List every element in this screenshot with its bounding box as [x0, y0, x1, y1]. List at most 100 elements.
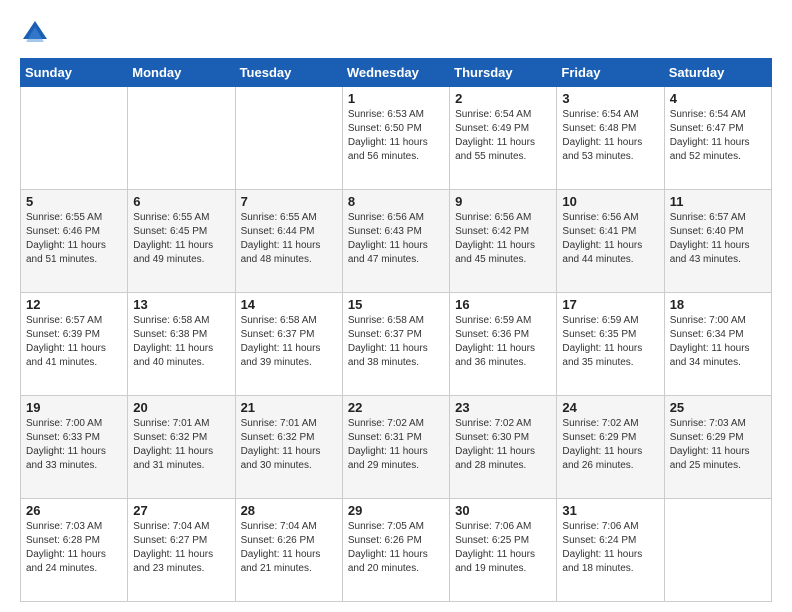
day-number: 31 [562, 503, 658, 518]
day-number: 5 [26, 194, 122, 209]
day-info: Sunrise: 6:55 AM Sunset: 6:46 PM Dayligh… [26, 211, 122, 267]
day-info: Sunrise: 7:00 AM Sunset: 6:34 PM Dayligh… [670, 314, 766, 370]
calendar-cell: 10 Sunrise: 6:56 AM Sunset: 6:41 PM Dayli… [557, 190, 664, 293]
day-info: Sunrise: 7:04 AM Sunset: 6:26 PM Dayligh… [241, 520, 337, 576]
calendar-cell: 24Sunrise: 7:02 AM Sunset: 6:29 PM Dayli… [557, 396, 664, 499]
calendar-cell: 2Sunrise: 6:54 AM Sunset: 6:49 PM Daylig… [450, 87, 557, 190]
calendar-cell: 15Sunrise: 6:58 AM Sunset: 6:37 PM Dayli… [342, 293, 449, 396]
week-row-1: 1 Sunrise: 6:53 AM Sunset: 6:50 PM Daylig… [21, 87, 772, 190]
day-info: Sunrise: 7:06 AM Sunset: 6:24 PM Dayligh… [562, 520, 658, 576]
logo [20, 18, 54, 48]
day-info: Sunrise: 6:55 AM Sunset: 6:45 PM Dayligh… [133, 211, 229, 267]
calendar-cell: 12 Sunrise: 6:57 AM Sunset: 6:39 PM Dayli… [21, 293, 128, 396]
day-info: Sunrise: 7:01 AM Sunset: 6:32 PM Dayligh… [241, 417, 337, 473]
day-info: Sunrise: 7:01 AM Sunset: 6:32 PM Dayligh… [133, 417, 229, 473]
day-number: 28 [241, 503, 337, 518]
day-number: 25 [670, 400, 766, 415]
day-number: 16 [455, 297, 551, 312]
day-number: 7 [241, 194, 337, 209]
day-info: Sunrise: 6:57 AM Sunset: 6:40 PM Dayligh… [670, 211, 766, 267]
day-info: Sunrise: 6:56 AM Sunset: 6:43 PM Dayligh… [348, 211, 444, 267]
day-info: Sunrise: 6:59 AM Sunset: 6:36 PM Dayligh… [455, 314, 551, 370]
calendar-cell: 13 Sunrise: 6:58 AM Sunset: 6:38 PM Dayli… [128, 293, 235, 396]
weekday-header-sunday: Sunday [21, 59, 128, 87]
calendar-cell: 17 Sunrise: 6:59 AM Sunset: 6:35 PM Dayli… [557, 293, 664, 396]
calendar-cell [664, 499, 771, 602]
calendar-cell: 3 Sunrise: 6:54 AM Sunset: 6:48 PM Daylig… [557, 87, 664, 190]
day-info: Sunrise: 7:06 AM Sunset: 6:25 PM Dayligh… [455, 520, 551, 576]
calendar-cell: 16 Sunrise: 6:59 AM Sunset: 6:36 PM Dayli… [450, 293, 557, 396]
calendar-cell: 22 Sunrise: 7:02 AM Sunset: 6:31 PM Dayli… [342, 396, 449, 499]
day-info: Sunrise: 7:02 AM Sunset: 6:31 PM Dayligh… [348, 417, 444, 473]
day-info: Sunrise: 6:55 AM Sunset: 6:44 PM Dayligh… [241, 211, 337, 267]
calendar-cell [21, 87, 128, 190]
day-info: Sunrise: 6:58 AM Sunset: 6:38 PM Dayligh… [133, 314, 229, 370]
day-number: 11 [670, 194, 766, 209]
calendar-table: SundayMondayTuesdayWednesdayThursdayFrid… [20, 58, 772, 602]
calendar-cell: 31 Sunrise: 7:06 AM Sunset: 6:24 PM Dayli… [557, 499, 664, 602]
weekday-header-saturday: Saturday [664, 59, 771, 87]
day-number: 27 [133, 503, 229, 518]
day-number: 6 [133, 194, 229, 209]
day-info: Sunrise: 6:59 AM Sunset: 6:35 PM Dayligh… [562, 314, 658, 370]
calendar-cell: 7 Sunrise: 6:55 AM Sunset: 6:44 PM Daylig… [235, 190, 342, 293]
week-row-3: 12 Sunrise: 6:57 AM Sunset: 6:39 PM Dayli… [21, 293, 772, 396]
calendar-cell: 14Sunrise: 6:58 AM Sunset: 6:37 PM Dayli… [235, 293, 342, 396]
calendar-cell: 20 Sunrise: 7:01 AM Sunset: 6:32 PM Dayli… [128, 396, 235, 499]
day-info: Sunrise: 6:53 AM Sunset: 6:50 PM Dayligh… [348, 108, 444, 164]
day-number: 9 [455, 194, 551, 209]
day-info: Sunrise: 7:03 AM Sunset: 6:28 PM Dayligh… [26, 520, 122, 576]
calendar-cell: 5 Sunrise: 6:55 AM Sunset: 6:46 PM Daylig… [21, 190, 128, 293]
week-row-2: 5 Sunrise: 6:55 AM Sunset: 6:46 PM Daylig… [21, 190, 772, 293]
day-number: 17 [562, 297, 658, 312]
day-number: 23 [455, 400, 551, 415]
day-info: Sunrise: 7:03 AM Sunset: 6:29 PM Dayligh… [670, 417, 766, 473]
calendar-cell: 9 Sunrise: 6:56 AM Sunset: 6:42 PM Daylig… [450, 190, 557, 293]
calendar-cell: 8 Sunrise: 6:56 AM Sunset: 6:43 PM Daylig… [342, 190, 449, 293]
calendar-cell [235, 87, 342, 190]
day-number: 30 [455, 503, 551, 518]
day-number: 20 [133, 400, 229, 415]
page: SundayMondayTuesdayWednesdayThursdayFrid… [0, 0, 792, 612]
day-number: 22 [348, 400, 444, 415]
day-number: 12 [26, 297, 122, 312]
weekday-header-tuesday: Tuesday [235, 59, 342, 87]
day-number: 29 [348, 503, 444, 518]
header [20, 18, 772, 48]
day-number: 4 [670, 91, 766, 106]
day-info: Sunrise: 6:56 AM Sunset: 6:41 PM Dayligh… [562, 211, 658, 267]
calendar-cell: 26 Sunrise: 7:03 AM Sunset: 6:28 PM Dayli… [21, 499, 128, 602]
calendar-cell: 25 Sunrise: 7:03 AM Sunset: 6:29 PM Dayli… [664, 396, 771, 499]
day-info: Sunrise: 6:54 AM Sunset: 6:48 PM Dayligh… [562, 108, 658, 164]
day-number: 8 [348, 194, 444, 209]
day-number: 26 [26, 503, 122, 518]
day-number: 3 [562, 91, 658, 106]
day-number: 19 [26, 400, 122, 415]
day-info: Sunrise: 7:05 AM Sunset: 6:26 PM Dayligh… [348, 520, 444, 576]
day-info: Sunrise: 6:57 AM Sunset: 6:39 PM Dayligh… [26, 314, 122, 370]
day-number: 24 [562, 400, 658, 415]
logo-icon [20, 18, 50, 48]
weekday-header-row: SundayMondayTuesdayWednesdayThursdayFrid… [21, 59, 772, 87]
weekday-header-monday: Monday [128, 59, 235, 87]
calendar-cell: 23Sunrise: 7:02 AM Sunset: 6:30 PM Dayli… [450, 396, 557, 499]
calendar-cell: 29 Sunrise: 7:05 AM Sunset: 6:26 PM Dayli… [342, 499, 449, 602]
calendar-cell: 18 Sunrise: 7:00 AM Sunset: 6:34 PM Dayli… [664, 293, 771, 396]
day-info: Sunrise: 7:00 AM Sunset: 6:33 PM Dayligh… [26, 417, 122, 473]
week-row-5: 26 Sunrise: 7:03 AM Sunset: 6:28 PM Dayli… [21, 499, 772, 602]
calendar-cell: 6 Sunrise: 6:55 AM Sunset: 6:45 PM Daylig… [128, 190, 235, 293]
day-number: 1 [348, 91, 444, 106]
calendar-cell [128, 87, 235, 190]
calendar-cell: 1 Sunrise: 6:53 AM Sunset: 6:50 PM Daylig… [342, 87, 449, 190]
calendar-cell: 30 Sunrise: 7:06 AM Sunset: 6:25 PM Dayli… [450, 499, 557, 602]
day-number: 10 [562, 194, 658, 209]
week-row-4: 19 Sunrise: 7:00 AM Sunset: 6:33 PM Dayli… [21, 396, 772, 499]
calendar-cell: 28 Sunrise: 7:04 AM Sunset: 6:26 PM Dayli… [235, 499, 342, 602]
calendar-cell: 11 Sunrise: 6:57 AM Sunset: 6:40 PM Dayli… [664, 190, 771, 293]
calendar-cell: 19 Sunrise: 7:00 AM Sunset: 6:33 PM Dayli… [21, 396, 128, 499]
day-number: 15 [348, 297, 444, 312]
day-number: 13 [133, 297, 229, 312]
weekday-header-wednesday: Wednesday [342, 59, 449, 87]
day-info: Sunrise: 6:56 AM Sunset: 6:42 PM Dayligh… [455, 211, 551, 267]
day-number: 18 [670, 297, 766, 312]
